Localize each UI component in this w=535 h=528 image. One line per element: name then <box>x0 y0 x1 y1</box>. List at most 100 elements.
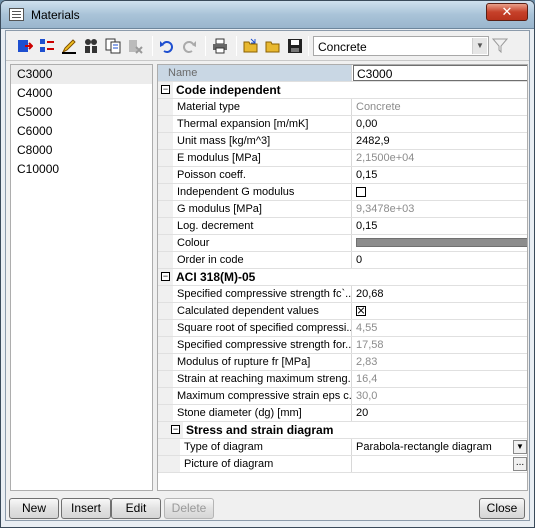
property-label: Specified compressive strength fc`... <box>173 286 352 302</box>
chevron-down-icon[interactable]: ▼ <box>513 440 527 454</box>
diagram-type-value: Parabola-rectangle diagram <box>356 441 492 453</box>
copy-icon[interactable] <box>104 37 122 55</box>
list-item[interactable]: C3000 <box>11 65 152 84</box>
window-icon <box>9 8 24 21</box>
materials-window: Materials ✕ Concrete ▼ C3000 C4000 C5000… <box>0 0 535 528</box>
property-label: Unit mass [kg/m^3] <box>173 133 352 149</box>
independent-g-checkbox[interactable] <box>356 187 366 197</box>
property-label: Picture of diagram <box>180 456 352 472</box>
strain-max-value: 16,4 <box>356 373 378 385</box>
property-row-poisson: Poisson coeff. 0,15 <box>158 167 527 184</box>
list-item[interactable]: C5000 <box>11 103 152 122</box>
property-grid: Name C3000 − Code independent Material t… <box>157 64 528 491</box>
list-item[interactable]: C6000 <box>11 122 152 141</box>
property-label: Type of diagram <box>180 439 352 455</box>
group-icon[interactable] <box>82 37 100 55</box>
property-row-name: Name C3000 <box>158 65 527 82</box>
property-row-order: Order in code 0 <box>158 252 527 269</box>
print-icon[interactable] <box>211 37 229 55</box>
collapse-icon[interactable]: − <box>171 425 180 434</box>
save-icon[interactable] <box>286 37 304 55</box>
toolbar: Concrete ▼ <box>6 31 529 61</box>
section-stress-strain: − Stress and strain diagram <box>158 422 527 439</box>
window-title: Materials <box>31 8 80 22</box>
property-row-independent-g: Independent G modulus <box>158 184 527 201</box>
section-code-independent: − Code independent <box>158 82 527 99</box>
property-row-diagram-picture: Picture of diagram ... <box>158 456 527 473</box>
poisson-field[interactable]: 0,15 <box>353 167 527 183</box>
title-bar: Materials ✕ <box>1 1 534 29</box>
property-label: Thermal expansion [m/mK] <box>173 116 352 132</box>
property-label: Log. decrement <box>173 218 352 234</box>
material-type-value: Concrete <box>356 101 401 113</box>
window-close-button[interactable]: ✕ <box>486 3 528 21</box>
section-title: Stress and strain diagram <box>183 422 513 438</box>
filter-icon[interactable] <box>491 37 509 55</box>
e-modulus-value: 2,1500e+04 <box>356 152 415 164</box>
section-title: ACI 318(M)-05 <box>173 269 503 285</box>
property-row-colour: Colour <box>158 235 527 252</box>
calc-dependent-checkbox[interactable] <box>356 306 366 316</box>
material-list: C3000 C4000 C5000 C6000 C8000 C10000 <box>10 64 153 491</box>
name-field[interactable]: C3000 <box>353 65 527 81</box>
property-row-material-type: Material type Concrete <box>158 99 527 116</box>
property-label: Stone diameter (dg) [mm] <box>173 405 352 421</box>
fc-field[interactable]: 20,68 <box>353 286 527 302</box>
property-label: Square root of specified compressi... <box>173 320 352 336</box>
material-type-select[interactable]: Concrete ▼ <box>313 36 489 56</box>
section-aci: − ACI 318(M)-05 <box>158 269 527 286</box>
import-icon[interactable] <box>16 37 34 55</box>
property-row-e-modulus: E modulus [MPa] 2,1500e+04 <box>158 150 527 167</box>
property-row-fc-for: Specified compressive strength for... 17… <box>158 337 527 354</box>
browse-button[interactable]: ... <box>513 457 527 471</box>
thermal-expansion-field[interactable]: 0,00 <box>353 116 527 132</box>
colour-swatch[interactable] <box>356 238 527 247</box>
edit-button[interactable]: Edit <box>111 498 161 519</box>
log-decrement-field[interactable]: 0,15 <box>353 218 527 234</box>
chevron-down-icon[interactable]: ▼ <box>472 38 487 54</box>
fc-for-value: 17,58 <box>356 339 384 351</box>
collapse-icon[interactable]: − <box>161 85 170 94</box>
g-modulus-value: 9,3478e+03 <box>356 203 415 215</box>
property-row-rupture: Modulus of rupture fr [MPa] 2,83 <box>158 354 527 371</box>
property-row-stone: Stone diameter (dg) [mm] 20 <box>158 405 527 422</box>
open-folder-icon[interactable] <box>242 37 260 55</box>
delete-button[interactable]: Delete <box>164 498 214 519</box>
sqrt-fc-value: 4,55 <box>356 322 378 334</box>
property-label: G modulus [MPa] <box>173 201 352 217</box>
property-label: Specified compressive strength for... <box>173 337 352 353</box>
property-row-thermal: Thermal expansion [m/mK] 0,00 <box>158 116 527 133</box>
material-library-icon[interactable] <box>38 37 56 55</box>
property-label: Order in code <box>173 252 352 268</box>
rupture-value: 2,83 <box>356 356 378 368</box>
list-item[interactable]: C8000 <box>11 141 152 160</box>
unit-mass-field[interactable]: 2482,9 <box>353 133 527 149</box>
property-label: Calculated dependent values <box>173 303 352 319</box>
undo-icon[interactable] <box>158 37 176 55</box>
property-label: Maximum compressive strain eps c... <box>173 388 352 404</box>
new-button[interactable]: New <box>9 498 59 519</box>
dialog-body: Concrete ▼ C3000 C4000 C5000 C6000 C8000… <box>5 30 530 521</box>
property-label: Material type <box>173 99 352 115</box>
property-row-g-modulus: G modulus [MPa] 9,3478e+03 <box>158 201 527 218</box>
order-in-code-field[interactable]: 0 <box>353 252 527 268</box>
delete-icon[interactable] <box>126 37 144 55</box>
close-button[interactable]: Close <box>479 498 525 519</box>
property-label: Modulus of rupture fr [MPa] <box>173 354 352 370</box>
open-icon[interactable] <box>264 37 282 55</box>
property-label: Strain at reaching maximum streng... <box>173 371 352 387</box>
property-row-calc-dependent: Calculated dependent values <box>158 303 527 320</box>
diagram-type-select[interactable]: Parabola-rectangle diagram ▼ <box>353 439 527 455</box>
collapse-icon[interactable]: − <box>161 272 170 281</box>
property-row-unit-mass: Unit mass [kg/m^3] 2482,9 <box>158 133 527 150</box>
property-row-strain-max: Strain at reaching maximum streng... 16,… <box>158 371 527 388</box>
stone-diameter-field[interactable]: 20 <box>353 405 527 421</box>
redo-icon[interactable] <box>180 37 198 55</box>
section-title: Code independent <box>173 82 503 98</box>
list-item[interactable]: C4000 <box>11 84 152 103</box>
max-strain-value: 30,0 <box>356 390 378 402</box>
property-label: Name <box>158 65 352 81</box>
pencil-icon[interactable] <box>60 37 78 55</box>
list-item[interactable]: C10000 <box>11 160 152 179</box>
insert-button[interactable]: Insert <box>61 498 111 519</box>
